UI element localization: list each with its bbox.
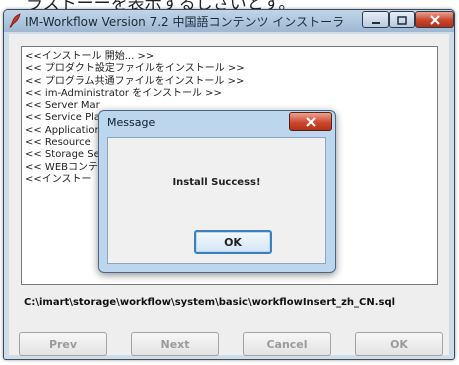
close-icon	[305, 112, 317, 131]
window-title: IM-Workflow Version 7.2 中国語コンテンツ インストーラ	[25, 15, 345, 29]
next-button[interactable]: Next	[131, 332, 219, 356]
dialog-title: Message	[107, 116, 156, 129]
maximize-button[interactable]	[389, 11, 415, 28]
log-line: << im-Administrator をインストール >>	[25, 87, 222, 99]
cancel-button[interactable]: Cancel	[243, 332, 331, 356]
prev-button[interactable]: Prev	[19, 332, 107, 356]
current-file-path: C:\imart\storage\workflow\system\basic\w…	[24, 297, 396, 308]
minimize-button[interactable]	[362, 11, 389, 28]
app-feather-icon	[8, 13, 22, 28]
dialog-close-button[interactable]	[289, 112, 332, 131]
window-close-button[interactable]	[415, 11, 454, 28]
log-line: << プログラム共通ファイルをインストール >>	[25, 75, 245, 87]
dialog-message: Install Success!	[172, 177, 261, 188]
close-icon	[429, 10, 441, 29]
dialog-ok-button[interactable]: OK	[194, 230, 272, 254]
title-bar[interactable]: IM-Workflow Version 7.2 中国語コンテンツ インストーラ	[4, 10, 454, 32]
maximize-icon	[397, 10, 407, 29]
log-line: <<インストール 開始... >>	[25, 51, 155, 62]
dialog-body: Install Success! OK	[107, 137, 326, 264]
log-line: << プロダクト設定ファイルをインストール >>	[25, 63, 245, 75]
minimize-icon	[371, 10, 381, 29]
ok-button[interactable]: OK	[355, 332, 443, 356]
message-dialog: Message Install Success! OK	[98, 110, 336, 273]
